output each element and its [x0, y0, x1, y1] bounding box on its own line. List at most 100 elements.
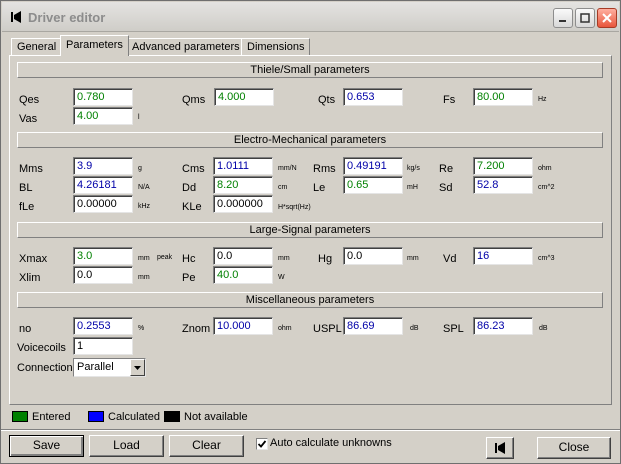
close-icon [602, 13, 612, 23]
section-thiele-small: Thiele/Small parameters [17, 62, 603, 78]
section-electro-mechanical: Electro-Mechanical parameters [17, 132, 603, 148]
connection-select[interactable]: Parallel [73, 358, 146, 377]
znom-label: Znom [182, 323, 211, 335]
mms-unit: g [138, 165, 142, 172]
hc-unit: mm [278, 255, 290, 262]
vd-label: Vd [443, 253, 457, 265]
entered-swatch [12, 411, 28, 422]
znom-field[interactable]: 10.000 [213, 317, 273, 335]
tab-advanced-parameters[interactable]: Advanced parameters [126, 38, 246, 55]
save-button[interactable]: Save [9, 435, 84, 457]
tab-parameters[interactable]: Parameters [60, 35, 129, 56]
auto-calc-checkbox[interactable] [256, 438, 268, 450]
sd-unit: cm^2 [538, 184, 555, 191]
rms-label: Rms [313, 163, 336, 175]
speaker-icon [495, 442, 505, 454]
re-unit: ohm [538, 165, 552, 172]
spl-unit: dB [539, 325, 548, 332]
xlim-field[interactable]: 0.0 [73, 266, 133, 284]
xlim-label: Xlim [19, 272, 41, 284]
xmax-field[interactable]: 3.0 [73, 247, 133, 265]
dd-field[interactable]: 8.20 [213, 176, 273, 194]
rms-field[interactable]: 0.49191 [343, 157, 403, 175]
maximize-button[interactable] [575, 8, 595, 28]
rms-unit: kg/s [407, 165, 420, 172]
bl-label: BL [19, 182, 33, 194]
qes-label: Qes [19, 94, 40, 106]
vd-field[interactable]: 16 [473, 247, 533, 265]
speaker-icon [11, 11, 21, 23]
re-label: Re [439, 163, 454, 175]
driver-editor-window: Driver editor General Parameters Advance… [0, 0, 621, 464]
hc-field[interactable]: 0.0 [213, 247, 273, 265]
voicecoils-label: Voicecoils [17, 342, 66, 354]
no-field[interactable]: 0.2553 [73, 317, 133, 335]
minimize-button[interactable] [553, 8, 573, 28]
uspl-unit: dB [410, 325, 419, 332]
qms-field[interactable]: 4.000 [214, 88, 274, 106]
uspl-label: USPL [313, 323, 342, 335]
clear-button[interactable]: Clear [169, 435, 244, 457]
cms-label: Cms [182, 163, 205, 175]
calculated-swatch [88, 411, 104, 422]
bl-field[interactable]: 4.26181 [73, 176, 133, 194]
xmax-label: Xmax [19, 253, 48, 265]
dd-label: Dd [182, 182, 197, 194]
vas-unit: l [138, 114, 140, 121]
fs-label: Fs [443, 94, 456, 106]
fle-field[interactable]: 0.00000 [73, 195, 133, 213]
fs-unit: Hz [538, 96, 547, 103]
vd-unit: cm^3 [538, 255, 555, 262]
cms-field[interactable]: 1.0111 [213, 157, 273, 175]
minimize-icon [559, 20, 566, 22]
re-field[interactable]: 7.200 [473, 157, 533, 175]
load-button[interactable]: Load [89, 435, 164, 457]
pe-label: Pe [182, 272, 196, 284]
hc-label: Hc [182, 253, 196, 265]
section-miscellaneous: Miscellaneous parameters [17, 292, 603, 308]
close-window-button[interactable] [597, 8, 617, 28]
pe-unit: W [278, 274, 285, 281]
le-label: Le [313, 182, 326, 194]
qms-label: Qms [182, 94, 206, 106]
fle-unit: kHz [138, 203, 151, 210]
checkmark-icon [257, 440, 267, 448]
chevron-down-icon [134, 366, 141, 370]
section-large-signal: Large-Signal parameters [17, 222, 603, 238]
le-field[interactable]: 0.65 [343, 176, 403, 194]
tab-general[interactable]: General [11, 38, 63, 55]
qes-field[interactable]: 0.780 [73, 88, 133, 106]
spl-label: SPL [443, 323, 464, 335]
xmax-peak-unit: peak [157, 254, 173, 261]
fs-field[interactable]: 80.00 [473, 88, 533, 106]
kle-unit: H*sqrt(Hz) [278, 204, 311, 211]
pe-field[interactable]: 40.0 [213, 266, 273, 284]
no-unit: % [138, 325, 145, 332]
vas-label: Vas [19, 113, 38, 125]
uspl-field[interactable]: 86.69 [343, 317, 403, 335]
hg-field[interactable]: 0.0 [343, 247, 403, 265]
sd-label: Sd [439, 182, 453, 194]
auto-calc-label[interactable]: Auto calculate unknowns [270, 437, 392, 449]
title-bar[interactable]: Driver editor [2, 2, 619, 32]
tab-dimensions[interactable]: Dimensions [241, 38, 311, 55]
close-button[interactable]: Close [537, 437, 611, 459]
kle-field[interactable]: 0.000000 [213, 195, 273, 213]
sd-field[interactable]: 52.8 [473, 176, 533, 194]
bottom-separator [1, 429, 620, 431]
spl-field[interactable]: 86.23 [473, 317, 533, 335]
window-title: Driver editor [28, 10, 106, 25]
hg-label: Hg [318, 253, 333, 265]
not-available-legend-label: Not available [184, 411, 248, 423]
connection-dropdown-button[interactable] [130, 359, 145, 376]
vas-field[interactable]: 4.00 [73, 107, 133, 125]
mms-label: Mms [19, 163, 43, 175]
voicecoils-field[interactable]: 1 [73, 337, 133, 355]
fle-label: fLe [19, 201, 35, 213]
maximize-icon [580, 13, 590, 23]
dd-unit: cm [278, 184, 288, 191]
speaker-button[interactable] [486, 437, 514, 459]
znom-unit: ohm [278, 325, 292, 332]
mms-field[interactable]: 3.9 [73, 157, 133, 175]
qts-field[interactable]: 0.653 [343, 88, 403, 106]
